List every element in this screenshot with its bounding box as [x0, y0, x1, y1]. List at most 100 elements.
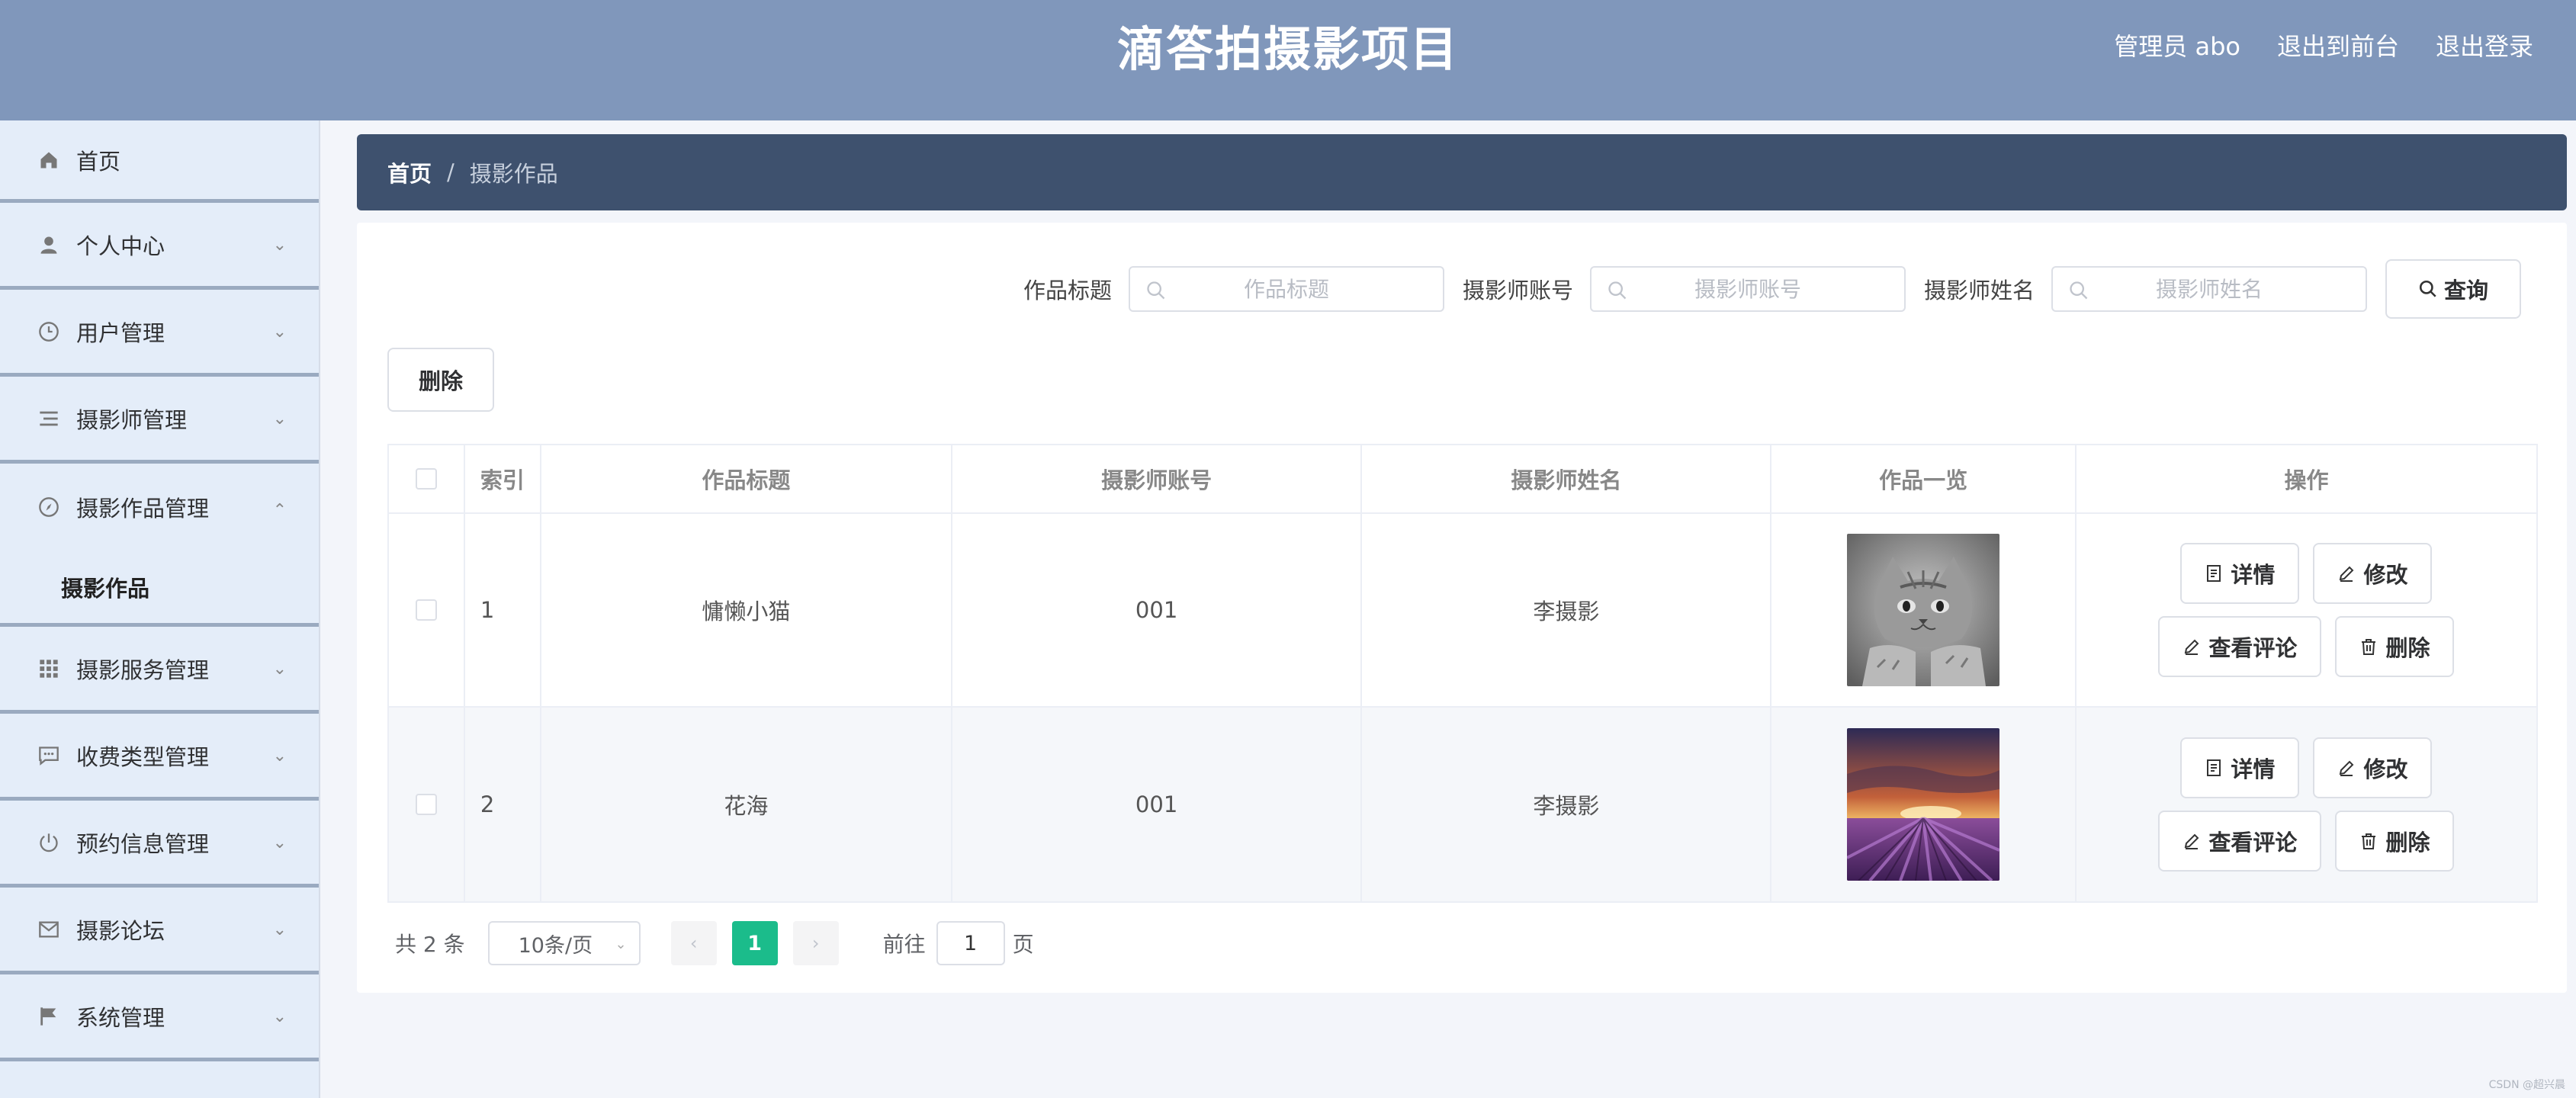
delete-button[interactable]: 删除	[2335, 811, 2455, 872]
total-count: 共 2 条	[395, 932, 465, 957]
exit-to-frontend-link[interactable]: 退出到前台	[2277, 27, 2399, 63]
table-row: 1 慵懒小猫 001 李摄影 详情 修改 查看评论 删除	[389, 514, 2536, 708]
sidebar-item-photographer-management[interactable]: 摄影师管理 ⌄	[0, 377, 319, 464]
detail-button[interactable]: 详情	[2180, 737, 2300, 798]
sidebar-item-service-management[interactable]: 摄影服务管理 ⌄	[0, 627, 319, 714]
trash-icon	[2362, 639, 2376, 655]
edit-button[interactable]: 修改	[2313, 737, 2433, 798]
search-icon	[1608, 281, 1627, 300]
chevron-down-icon: ⌄	[615, 936, 627, 952]
batch-delete-button[interactable]: 删除	[387, 348, 494, 412]
account-filter-field	[1589, 266, 1906, 312]
sidebar-item-system-management[interactable]: 系统管理 ⌄	[0, 974, 319, 1061]
view-comments-button[interactable]: 查看评论	[2158, 811, 2322, 872]
search-icon	[2419, 280, 2436, 297]
sidebar-item-label: 首页	[76, 148, 121, 175]
page-size-select[interactable]: 10条/页 ⌄	[487, 921, 641, 965]
row-title: 花海	[541, 708, 952, 901]
chevron-down-icon: ⌄	[272, 746, 287, 766]
delete-button[interactable]: 删除	[2335, 616, 2455, 677]
name-filter-input[interactable]	[2053, 268, 2366, 310]
sidebar-item-label: 摄影论坛	[76, 917, 165, 944]
table-header: 索引 作品标题 摄影师账号 摄影师姓名 作品一览 操作	[389, 445, 2536, 514]
sidebar-item-fee-type-management[interactable]: 收费类型管理 ⌄	[0, 714, 319, 801]
sidebar-item-label: 摄影作品管理	[76, 496, 210, 522]
delete-button-label: 删除	[2385, 830, 2430, 856]
select-all-checkbox[interactable]	[415, 468, 437, 490]
row-checkbox[interactable]	[415, 794, 437, 815]
edit-button[interactable]: 修改	[2313, 543, 2433, 604]
row-preview-cell	[1771, 708, 2077, 901]
sidebar-item-label: 摄影服务管理	[76, 657, 210, 683]
chevron-down-icon: ⌄	[272, 1006, 287, 1026]
sidebar-subitem-works[interactable]: 摄影作品	[0, 551, 319, 627]
list-icon	[37, 406, 61, 431]
row-checkbox[interactable]	[415, 599, 437, 621]
chevron-down-icon: ⌄	[272, 409, 287, 429]
detail-button[interactable]: 详情	[2180, 543, 2300, 604]
column-header-index: 索引	[465, 445, 541, 512]
sidebar-item-home[interactable]: 首页	[0, 120, 319, 203]
goto-label: 前往	[882, 932, 926, 957]
column-header-preview: 作品一览	[1771, 445, 2077, 512]
table-row: 2 花海 001 李摄影 详情 修改 查看评论 删除	[389, 708, 2536, 901]
prev-page-button[interactable]: ‹	[670, 921, 717, 965]
row-checkbox-cell	[389, 514, 465, 706]
title-filter-input[interactable]	[1129, 268, 1443, 310]
title-filter-label: 作品标题	[1023, 278, 1112, 303]
cat-photo-thumbnail[interactable]	[1847, 534, 2000, 686]
view-comments-button-label: 查看评论	[2208, 635, 2298, 661]
admin-user-link[interactable]: 管理员 abo	[2114, 27, 2240, 63]
goto-page-input[interactable]	[936, 921, 1005, 965]
column-header-actions: 操作	[2284, 467, 2329, 493]
name-filter-label: 摄影师姓名	[1923, 278, 2035, 303]
sidebar-item-label: 个人中心	[76, 233, 165, 259]
edit-button-label: 修改	[2363, 756, 2408, 782]
row-actions-cell: 详情 修改 查看评论 删除	[2077, 514, 2536, 706]
next-page-button[interactable]: ›	[792, 921, 839, 965]
document-icon	[2207, 565, 2221, 582]
sidebar-item-works-management[interactable]: 摄影作品管理 ⌃	[0, 464, 319, 551]
mail-icon	[37, 917, 61, 942]
power-icon	[37, 830, 61, 855]
sidebar-item-personal-center[interactable]: 个人中心 ⌄	[0, 203, 319, 290]
name-filter-field	[2051, 266, 2367, 312]
title-filter-field	[1128, 266, 1444, 312]
view-comments-button-label: 查看评论	[2208, 830, 2298, 856]
sidebar-item-label: 预约信息管理	[76, 830, 210, 857]
header-checkbox-cell	[389, 445, 465, 512]
home-icon	[37, 148, 61, 172]
logout-link[interactable]: 退出登录	[2436, 27, 2533, 63]
account-filter-input[interactable]	[1591, 268, 1904, 310]
compass-icon	[37, 495, 61, 519]
flag-icon	[37, 1004, 61, 1029]
sidebar-item-user-management[interactable]: 用户管理 ⌄	[0, 290, 319, 377]
view-comments-button[interactable]: 查看评论	[2158, 616, 2322, 677]
detail-button-label: 详情	[2231, 756, 2276, 782]
chevron-up-icon: ⌃	[272, 501, 287, 520]
edit-icon	[2340, 760, 2354, 776]
row-checkbox-cell	[389, 708, 465, 901]
row-account: 001	[952, 708, 1363, 901]
sidebar-item-booking-management[interactable]: 预约信息管理 ⌄	[0, 801, 319, 888]
detail-button-label: 详情	[2231, 562, 2276, 588]
sidebar-item-label: 摄影师管理	[76, 406, 188, 433]
top-header: 滴答拍摄影项目 管理员 abo 退出到前台 退出登录	[0, 0, 2576, 120]
grid-icon	[37, 657, 61, 681]
chevron-right-icon: ›	[811, 933, 820, 954]
query-button[interactable]: 查询	[2385, 259, 2521, 319]
lavender-field-photo-thumbnail[interactable]	[1847, 728, 2000, 881]
page-number-current[interactable]: 1	[731, 921, 778, 965]
row-preview-cell	[1771, 514, 2077, 706]
search-form: 作品标题 摄影师账号 摄影师姓名 查询	[1023, 259, 2521, 319]
pagination: 共 2 条 10条/页 ⌄ ‹ 1 › 前往 页	[395, 921, 1034, 965]
row-actions-cell: 详情 修改 查看评论 删除	[2077, 708, 2536, 901]
goto-suffix: 页	[1012, 932, 1034, 957]
column-header-name: 摄影师姓名	[1362, 445, 1772, 512]
sidebar-item-forum[interactable]: 摄影论坛 ⌄	[0, 888, 319, 974]
query-button-label: 查询	[2443, 278, 2488, 303]
chevron-down-icon: ⌄	[272, 322, 287, 342]
clock-icon	[37, 319, 61, 344]
breadcrumb-home[interactable]: 首页	[387, 156, 432, 188]
chevron-down-icon: ⌄	[272, 833, 287, 852]
